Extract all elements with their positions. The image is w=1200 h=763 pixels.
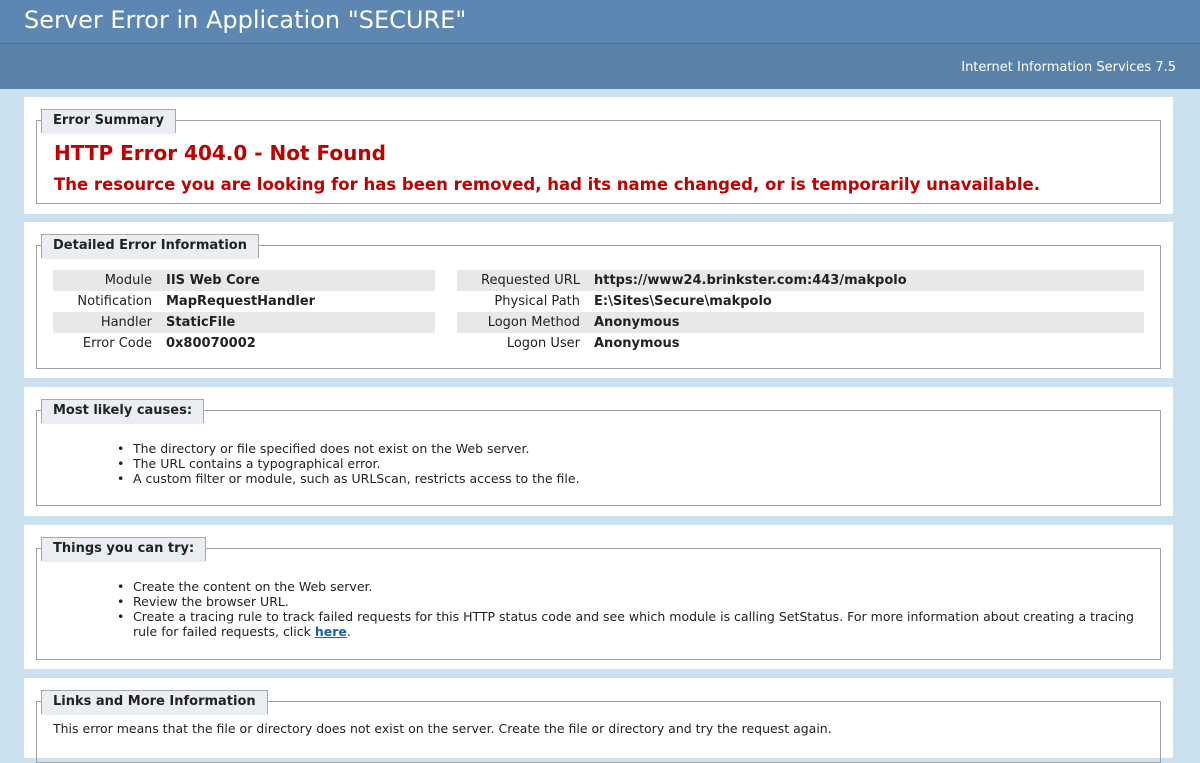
causes-list: The directory or file specified does not… [115,441,1140,486]
try-list: Create the content on the Web server. Re… [115,579,1140,639]
error-summary-section: Error Summary HTTP Error 404.0 - Not Fou… [24,97,1173,214]
causes-section: Most likely causes: The directory or fil… [24,387,1173,516]
detail-row: Error Code 0x80070002 [53,333,435,354]
try-legend: Things you can try: [41,537,207,562]
detail-row: Logon User Anonymous [457,333,1144,354]
error-summary-fieldset: Error Summary HTTP Error 404.0 - Not Fou… [36,109,1161,204]
detail-label: Requested URL [457,270,588,291]
details-legend: Detailed Error Information [41,234,259,259]
detail-value: Anonymous [588,312,1144,333]
detail-row: Logon Method Anonymous [457,312,1144,333]
detail-row: Requested URL https://www24.brinkster.co… [457,270,1144,291]
detail-row: Physical Path E:\Sites\Secure\makpolo [457,291,1144,312]
details-left-table: Module IIS Web Core Notification MapRequ… [53,270,435,354]
detail-value: https://www24.brinkster.com:443/makpolo [588,270,1144,291]
try-fieldset: Things you can try: Create the content o… [36,537,1161,660]
detail-label: Physical Path [494,294,580,309]
detail-value: Anonymous [594,336,680,351]
detail-row: Handler StaticFile [53,312,435,333]
detail-value: E:\Sites\Secure\makpolo [594,294,772,309]
details-fieldset: Detailed Error Information Module IIS We… [36,234,1161,369]
tracing-text: Create a tracing rule to track failed re… [133,609,1134,639]
details-section: Detailed Error Information Module IIS We… [24,222,1173,378]
links-legend: Links and More Information [41,690,268,715]
server-name: Internet Information Services 7.5 [961,60,1176,75]
detail-label: Logon User [506,336,580,351]
links-fieldset: Links and More Information This error me… [36,690,1161,763]
links-section: Links and More Information This error me… [24,678,1173,763]
list-item: Review the browser URL. [115,594,1140,609]
causes-fieldset: Most likely causes: The directory or fil… [36,399,1161,506]
detail-value: StaticFile [160,312,435,333]
tracing-end: . [346,624,351,639]
detail-label: Module [53,270,160,291]
detail-row: Notification MapRequestHandler [53,291,435,312]
detail-label: Handler [53,312,160,333]
detail-label: Logon Method [457,312,588,333]
detail-row: Module IIS Web Core [53,270,435,291]
detail-value: 0x80070002 [166,336,256,351]
list-item: Create the content on the Web server. [115,579,1140,594]
details-right-table: Requested URL https://www24.brinkster.co… [457,270,1144,354]
list-item: The URL contains a typographical error. [115,456,1140,471]
page-title: Server Error in Application "SECURE" [24,6,467,34]
try-section: Things you can try: Create the content o… [24,525,1173,669]
list-item: The directory or file specified does not… [115,441,1140,456]
list-item: Create a tracing rule to track failed re… [115,609,1140,639]
causes-legend: Most likely causes: [41,399,205,424]
server-bar: Internet Information Services 7.5 [0,43,1200,89]
error-message: The resource you are looking for has bee… [54,175,1040,194]
page-header: Server Error in Application "SECURE" [0,0,1200,43]
error-summary-legend: Error Summary [41,109,176,134]
detail-value: IIS Web Core [160,270,435,291]
list-item: A custom filter or module, such as URLSc… [115,471,1140,486]
links-text: This error means that the file or direct… [53,721,832,736]
detail-value: MapRequestHandler [166,294,316,309]
detail-label: Notification [77,294,152,309]
here-link[interactable]: here [315,624,347,639]
error-title: HTTP Error 404.0 - Not Found [54,141,386,165]
detail-label: Error Code [82,336,152,351]
